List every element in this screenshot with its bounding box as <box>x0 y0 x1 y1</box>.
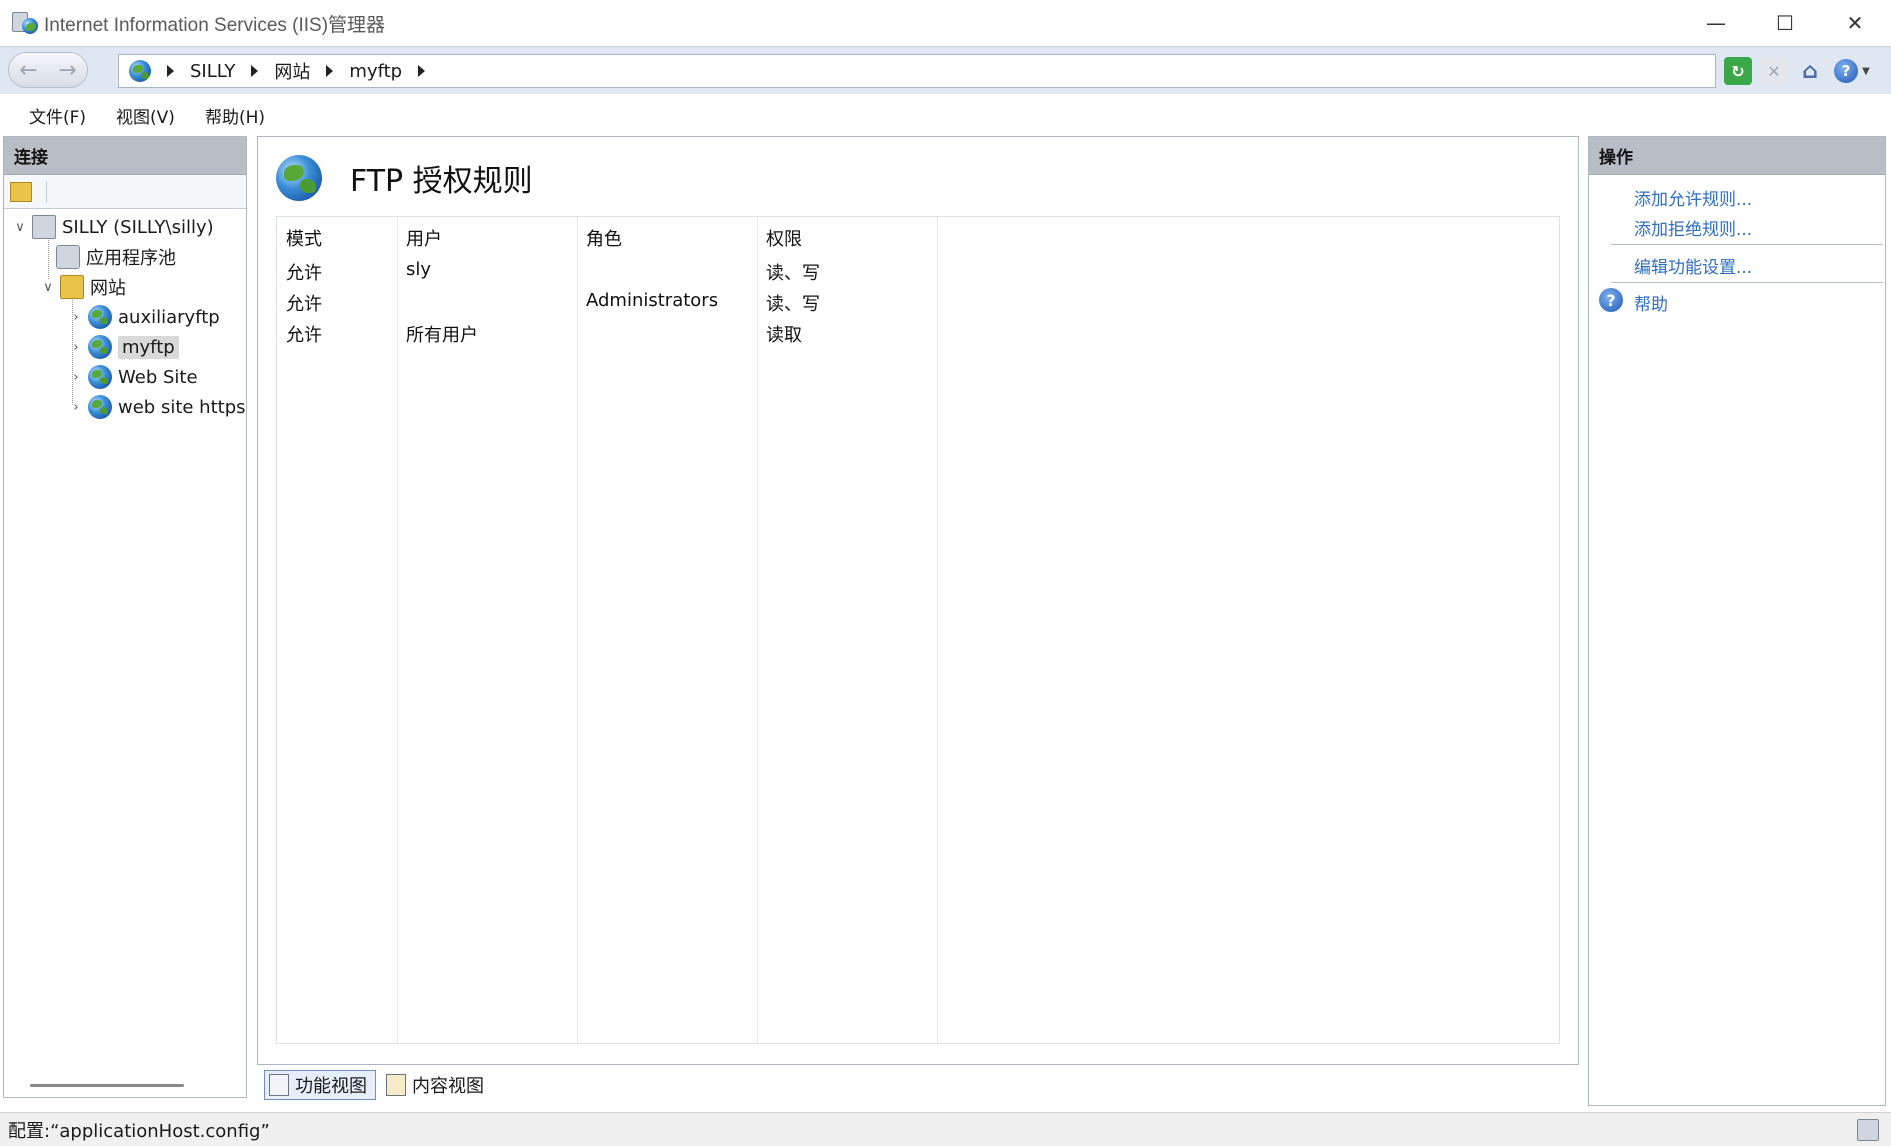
address-toolbar: ↻ ✕ ⌂ ? ▼ <box>1724 55 1872 87</box>
horizontal-scrollbar[interactable] <box>30 1084 184 1087</box>
breadcrumb-separator-icon[interactable] <box>418 65 426 77</box>
actions-panel: 操作 添加允许规则... 添加拒绝规则... 编辑功能设置... ? 帮助 <box>1588 136 1886 1106</box>
menu-file[interactable]: 文件(F) <box>14 103 101 128</box>
tree-item-web-site[interactable]: › Web Site <box>68 363 198 391</box>
cell-mode: 允许 <box>286 325 322 346</box>
breadcrumb[interactable]: SILLY 网站 myftp <box>118 54 1716 88</box>
tab-label: 内容视图 <box>412 1076 484 1097</box>
authorization-rules-table: 模式 用户 角色 权限 允许 sly 读、写 允许 Administrators… <box>276 216 1560 1044</box>
address-bar: ← → SILLY 网站 myftp ↻ ✕ ⌂ ? ▼ <box>0 46 1891 94</box>
globe-icon <box>276 155 322 201</box>
tree-item-label: SILLY (SILLY\silly) <box>62 216 214 238</box>
help-dropdown-icon[interactable]: ? ▼ <box>1832 57 1872 85</box>
view-switcher: 功能视图 内容视图 <box>264 1068 492 1102</box>
feature-view-icon <box>269 1074 289 1096</box>
actions-header: 操作 <box>1589 137 1885 175</box>
server-icon <box>32 215 56 239</box>
connections-header: 连接 <box>4 137 246 175</box>
chevron-down-icon[interactable]: ∨ <box>40 280 56 295</box>
cell-permission: 读取 <box>766 325 802 346</box>
help-link[interactable]: 帮助 <box>1634 290 1668 315</box>
tab-feature-view[interactable]: 功能视图 <box>264 1070 376 1100</box>
tree-item-label: 网站 <box>90 278 126 299</box>
connections-toolbar <box>4 175 246 209</box>
refresh-icon[interactable]: ↻ <box>1724 57 1752 85</box>
tab-content-view[interactable]: 内容视图 <box>382 1070 492 1100</box>
menu-view[interactable]: 视图(V) <box>101 103 190 128</box>
breadcrumb-separator-icon[interactable] <box>251 65 259 77</box>
server-status-icon <box>1857 1119 1879 1141</box>
tree-item-web-site-https[interactable]: › web site https <box>68 393 246 421</box>
tree-item-myftp[interactable]: › myftp <box>68 333 179 361</box>
edit-feature-settings-link[interactable]: 编辑功能设置... <box>1634 253 1752 278</box>
cell-permission: 读、写 <box>766 263 820 284</box>
breadcrumb-item-site[interactable]: myftp <box>349 61 402 82</box>
connect-icon[interactable] <box>10 181 32 202</box>
chevron-right-icon[interactable]: › <box>68 340 84 355</box>
menu-help[interactable]: 帮助(H) <box>190 103 280 128</box>
globe-icon <box>88 305 112 329</box>
chevron-down-icon[interactable]: ∨ <box>12 220 28 235</box>
minimize-icon[interactable]: — <box>1681 0 1751 46</box>
navigation-buttons: ← → <box>8 52 88 88</box>
tree-item-label: myftp <box>118 335 179 359</box>
breadcrumb-item-sites[interactable]: 网站 <box>274 58 310 84</box>
feature-header: FTP 授权规则 <box>276 155 533 201</box>
globe-icon <box>88 335 112 359</box>
column-header-mode[interactable]: 模式 <box>286 225 322 251</box>
tree-item-label: Web Site <box>118 366 198 388</box>
tree-item-sites[interactable]: ∨ 网站 <box>40 273 126 301</box>
chevron-right-icon[interactable]: › <box>68 400 84 415</box>
close-icon[interactable]: ✕ <box>1820 0 1890 46</box>
breadcrumb-separator-icon[interactable] <box>326 65 334 77</box>
add-allow-rule-link[interactable]: 添加允许规则... <box>1634 185 1752 210</box>
tab-label: 功能视图 <box>295 1076 367 1097</box>
column-header-role[interactable]: 角色 <box>586 225 622 251</box>
app-pool-icon <box>56 245 80 269</box>
title-bar: Internet Information Services (IIS)管理器 —… <box>0 0 1891 46</box>
actions-divider <box>1611 282 1883 283</box>
chevron-right-icon[interactable]: › <box>68 310 84 325</box>
cell-role: Administrators <box>586 290 719 311</box>
tree-item-label: 应用程序池 <box>86 248 176 269</box>
content-view-icon <box>386 1074 406 1096</box>
tree-item-label: web site https <box>118 396 246 418</box>
back-arrow-icon[interactable]: ← <box>19 58 37 83</box>
status-text: 配置:“applicationHost.config” <box>8 1120 270 1142</box>
menu-bar: 文件(F) 视图(V) 帮助(H) <box>0 95 1891 135</box>
column-header-permission[interactable]: 权限 <box>766 225 802 251</box>
cell-mode: 允许 <box>286 294 322 315</box>
cell-permission: 读、写 <box>766 294 820 315</box>
page-title: FTP 授权规则 <box>350 164 533 199</box>
maximize-icon[interactable]: ☐ <box>1750 0 1820 46</box>
globe-icon <box>88 365 112 389</box>
stop-icon[interactable]: ✕ <box>1760 57 1788 85</box>
iis-app-icon <box>12 10 38 36</box>
tree-item-auxiliaryftp[interactable]: › auxiliaryftp <box>68 303 220 331</box>
globe-icon <box>129 60 151 82</box>
home-icon[interactable]: ⌂ <box>1796 57 1824 85</box>
breadcrumb-separator-icon[interactable] <box>167 65 174 77</box>
sites-folder-icon <box>60 275 84 299</box>
toolbar-divider <box>46 180 47 203</box>
help-icon: ? <box>1599 288 1623 312</box>
chevron-right-icon[interactable]: › <box>68 370 84 385</box>
tree-item-server[interactable]: ∨ SILLY (SILLY\silly) <box>12 213 214 241</box>
cell-user: 所有用户 <box>406 325 478 346</box>
cell-mode: 允许 <box>286 263 322 284</box>
add-deny-rule-link[interactable]: 添加拒绝规则... <box>1634 215 1752 240</box>
feature-panel: FTP 授权规则 模式 用户 角色 权限 允许 sly 读、写 允许 Admin… <box>257 136 1579 1065</box>
status-bar: 配置:“applicationHost.config” <box>0 1112 1891 1146</box>
cell-user: sly <box>406 259 432 280</box>
globe-icon <box>88 395 112 419</box>
window-title: Internet Information Services (IIS)管理器 <box>44 14 386 36</box>
actions-divider <box>1611 244 1883 245</box>
connections-panel: 连接 ∨ SILLY (SILLY\silly) 应用程序池 ∨ 网站 › au… <box>3 136 247 1098</box>
tree-item-app-pools[interactable]: 应用程序池 <box>52 243 176 271</box>
column-header-user[interactable]: 用户 <box>406 225 442 251</box>
breadcrumb-item-server[interactable]: SILLY <box>190 61 235 82</box>
tree-item-label: auxiliaryftp <box>118 306 220 328</box>
forward-arrow-icon[interactable]: → <box>58 58 76 83</box>
